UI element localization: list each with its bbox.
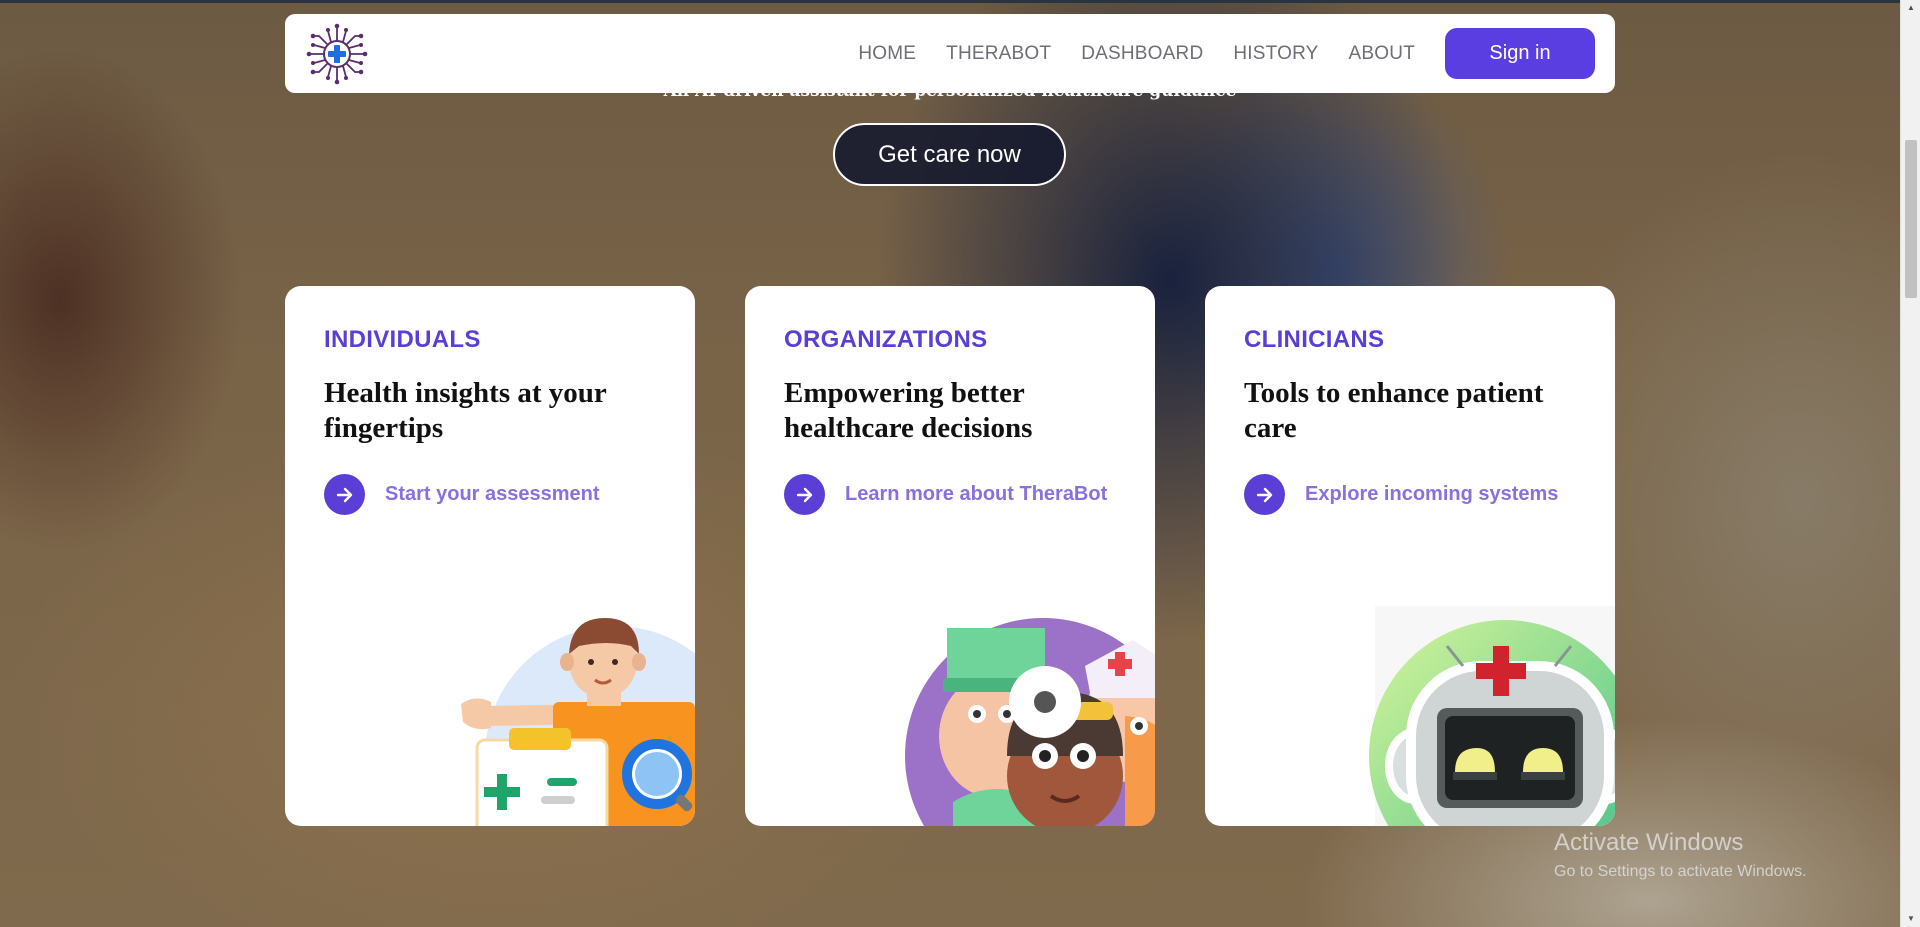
- scrollbar-thumb[interactable]: [1905, 140, 1917, 298]
- start-assessment-link[interactable]: Start your assessment: [324, 474, 656, 515]
- windows-activation-watermark: Activate Windows Go to Settings to activ…: [1554, 829, 1807, 881]
- card-category: INDIVIDUALS: [324, 326, 481, 353]
- nav-links: HOME THERABOT DASHBOARD HISTORY ABOUT: [858, 43, 1415, 65]
- arrow-right-icon[interactable]: [1244, 474, 1285, 515]
- explore-systems-link[interactable]: Explore incoming systems: [1244, 474, 1576, 515]
- chevron-down-icon[interactable]: ▼: [1901, 911, 1920, 927]
- navbar: HOME THERABOT DASHBOARD HISTORY ABOUT Si…: [285, 14, 1615, 93]
- card-heading: Tools to enhance patient care: [1244, 377, 1544, 444]
- nav-therabot[interactable]: THERABOT: [946, 43, 1051, 65]
- sign-in-button[interactable]: Sign in: [1445, 28, 1595, 79]
- nav-dashboard[interactable]: DASHBOARD: [1081, 43, 1203, 65]
- nav-home[interactable]: HOME: [858, 43, 916, 65]
- robot-illustration: [1369, 606, 1615, 826]
- get-care-button[interactable]: Get care now: [833, 123, 1066, 186]
- medical-team-illustration: [905, 618, 1155, 826]
- card-link-label[interactable]: Learn more about TheraBot: [845, 483, 1107, 506]
- scrollbar[interactable]: ▲ ▼: [1900, 0, 1920, 927]
- logo-icon[interactable]: [304, 21, 370, 87]
- learn-more-link[interactable]: Learn more about TheraBot: [784, 474, 1116, 515]
- nav-about[interactable]: ABOUT: [1349, 43, 1415, 65]
- card-category: ORGANIZATIONS: [784, 326, 988, 353]
- card-organizations: ORGANIZATIONS Empowering better healthca…: [745, 286, 1155, 826]
- browser-edge: [0, 0, 1920, 3]
- card-heading: Health insights at your fingertips: [324, 377, 607, 444]
- card-link-label[interactable]: Explore incoming systems: [1305, 483, 1558, 506]
- arrow-right-icon[interactable]: [324, 474, 365, 515]
- chevron-up-icon[interactable]: ▲: [1901, 0, 1920, 16]
- card-link-label[interactable]: Start your assessment: [385, 483, 600, 506]
- card-individuals: INDIVIDUALS Health insights at your fing…: [285, 286, 695, 826]
- arrow-right-icon[interactable]: [784, 474, 825, 515]
- card-category: CLINICIANS: [1244, 326, 1385, 353]
- watermark-subtitle: Go to Settings to activate Windows.: [1554, 863, 1807, 880]
- watermark-title: Activate Windows: [1554, 829, 1744, 856]
- patient-illustration: [461, 618, 695, 826]
- card-heading: Empowering better healthcare decisions: [784, 377, 1033, 444]
- nav-history[interactable]: HISTORY: [1233, 43, 1318, 65]
- card-clinicians: CLINICIANS Tools to enhance patient care…: [1205, 286, 1615, 826]
